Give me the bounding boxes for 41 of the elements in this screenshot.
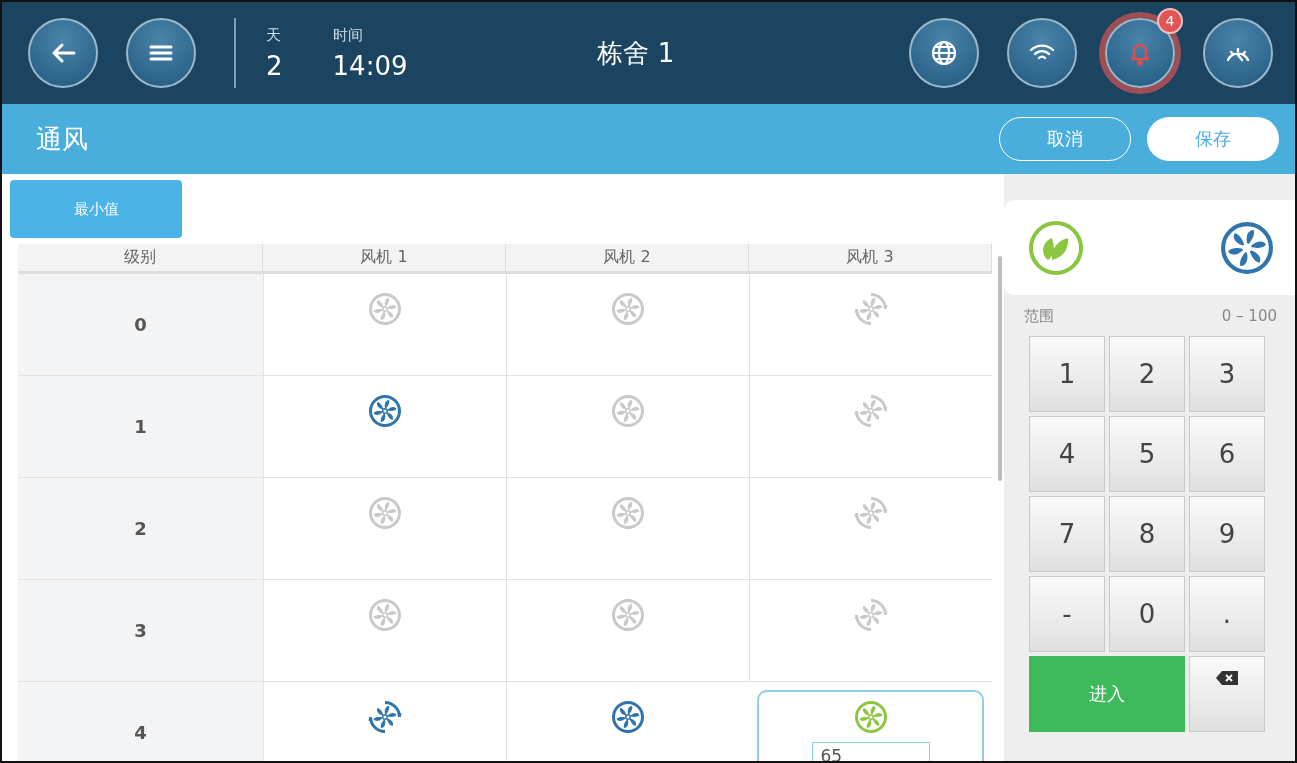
keypad-key[interactable]: 8 — [1109, 496, 1185, 572]
keypad-key[interactable]: 3 — [1189, 336, 1265, 412]
globe-icon — [930, 39, 958, 67]
level-cell: 0 — [18, 274, 263, 375]
keypad-key[interactable]: 9 — [1189, 496, 1265, 572]
time-label: 时间 — [332, 25, 364, 45]
page-title: 通风 — [36, 122, 88, 156]
keypad-key[interactable]: - — [1029, 576, 1105, 652]
keypad-key[interactable]: 2 — [1109, 336, 1185, 412]
fan-icon[interactable] — [368, 394, 402, 428]
back-arrow-icon — [50, 42, 76, 64]
keypad-key[interactable]: 6 — [1189, 416, 1265, 492]
level-cell: 3 — [18, 580, 263, 681]
column-header: 级别 — [18, 244, 263, 271]
keypad-key[interactable]: 5 — [1109, 416, 1185, 492]
backspace-button[interactable] — [1189, 656, 1265, 732]
keypad-key[interactable]: 0 — [1109, 576, 1185, 652]
level-cell: 4 — [18, 682, 263, 761]
column-header: 风机 1 — [263, 244, 506, 271]
house-title: 栋舍 1 — [597, 36, 675, 70]
level-cell: 2 — [18, 478, 263, 579]
keypad-key[interactable]: 7 — [1029, 496, 1105, 572]
day-value: 2 — [266, 50, 283, 81]
keypad-key[interactable]: . — [1189, 576, 1265, 652]
day-label: 天 — [266, 25, 282, 45]
time-value: 14:09 — [332, 50, 408, 81]
range-label: 范围 — [1024, 307, 1054, 326]
menu-icon — [149, 44, 173, 62]
column-header: 风机 2 — [506, 244, 749, 271]
fan-mode-icon[interactable] — [1219, 219, 1275, 276]
leaf-mode-icon[interactable] — [1028, 219, 1084, 276]
range-value: 0 – 100 — [1221, 307, 1277, 326]
keypad-key[interactable]: 1 — [1029, 336, 1105, 412]
variable-fan-icon[interactable] — [368, 700, 402, 734]
fan-icon[interactable] — [611, 700, 645, 734]
backspace-icon — [1216, 671, 1238, 685]
fan-icon[interactable] — [853, 700, 888, 734]
keypad-key[interactable]: 4 — [1029, 416, 1105, 492]
column-header: 风机 3 — [749, 244, 992, 271]
level-cell: 1 — [18, 376, 263, 477]
alarm-count-badge: 4 — [1157, 8, 1183, 34]
